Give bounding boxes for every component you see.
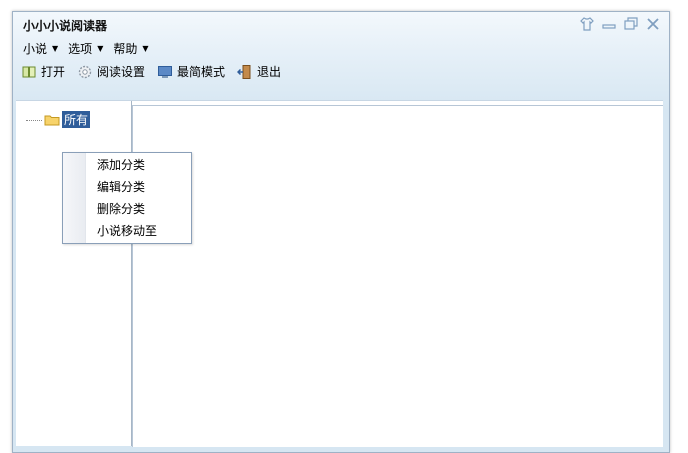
chevron-down-icon: ▼ [142,44,149,53]
open-label: 打开 [41,65,66,79]
menu-help-label: 帮助 [113,42,138,56]
chevron-down-icon: ▼ [97,44,104,53]
monitor-icon [158,65,173,78]
minimal-mode-label: 最简模式 [177,65,226,79]
menu-options-label: 选项 [68,42,93,56]
exit-label: 退出 [257,65,282,79]
minimal-mode-button[interactable]: 最简模式 [157,63,225,80]
menubar: 小说 ▼ 选项 ▼ 帮助 ▼ [23,40,149,57]
close-icon[interactable] [645,16,661,32]
folder-icon [44,115,60,125]
menu-novel-label: 小说 [23,42,48,56]
tree-node-label: 所有 [62,111,91,128]
book-icon [22,66,36,77]
tree-connector [26,120,42,121]
context-menu-icon-strip [63,153,86,243]
context-menu: 添加分类 编辑分类 删除分类 小说移动至 [62,152,192,244]
exit-button[interactable]: 退出 [237,63,281,80]
tree-node-all[interactable]: 所有 [26,111,91,128]
menu-options[interactable]: 选项 ▼ [68,40,103,57]
gear-icon [78,65,92,78]
novel-list-pane[interactable] [132,105,663,447]
minimize-icon[interactable] [601,16,617,32]
window-controls [579,16,661,32]
restore-icon[interactable] [623,16,639,32]
context-item-add-category[interactable]: 添加分类 [97,156,145,173]
exit-door-icon [237,64,251,79]
open-button[interactable]: 打开 [21,63,65,80]
context-item-delete-category[interactable]: 删除分类 [97,200,145,217]
context-item-edit-category[interactable]: 编辑分类 [97,178,145,195]
reading-settings-label: 阅读设置 [97,65,146,79]
menu-help[interactable]: 帮助 ▼ [113,40,148,57]
toolbar: 打开 阅读设置 最简模式 退出 [21,63,281,80]
context-item-move-novel[interactable]: 小说移动至 [97,222,157,239]
window-title: 小小小说阅读器 [23,19,108,33]
reading-settings-button[interactable]: 阅读设置 [77,63,145,80]
menu-novel[interactable]: 小说 ▼ [23,40,58,57]
skin-shirt-icon[interactable] [579,16,595,32]
chevron-down-icon: ▼ [52,44,59,53]
